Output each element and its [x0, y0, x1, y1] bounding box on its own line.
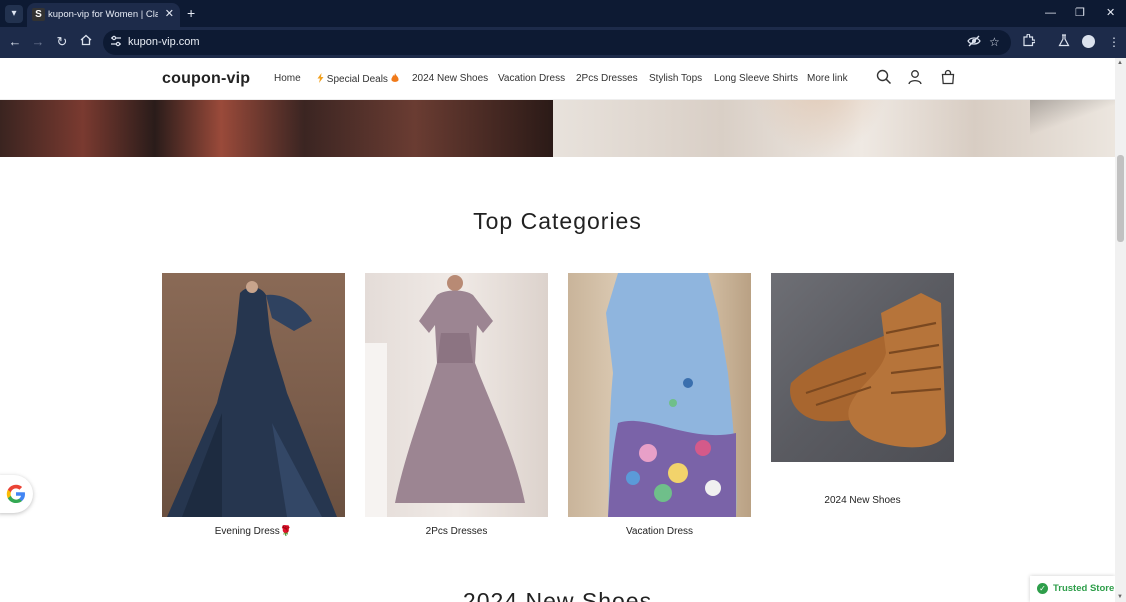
- bag-icon: [941, 69, 955, 85]
- tab-strip: ▾ S kupon-vip for Women | Classic ✕ + — …: [0, 0, 1126, 27]
- page-scrollbar[interactable]: ▲ ▼: [1115, 58, 1126, 602]
- star-icon: ☆: [989, 35, 1000, 49]
- search-icon: [876, 69, 892, 85]
- section-title-top-categories: Top Categories: [473, 208, 642, 234]
- labs-button[interactable]: [1058, 34, 1070, 51]
- window-close-button[interactable]: ✕: [1106, 6, 1115, 20]
- check-shield-icon: ✓: [1037, 583, 1048, 594]
- scroll-down-arrow-icon[interactable]: ▼: [1117, 594, 1123, 600]
- trusted-store-label: Trusted Store: [1053, 583, 1115, 594]
- category-label[interactable]: 2Pcs Dresses: [365, 526, 548, 537]
- active-tab[interactable]: S kupon-vip for Women | Classic ✕: [27, 3, 180, 27]
- extensions-button[interactable]: [1022, 33, 1036, 51]
- nav-stylish-tops[interactable]: Stylish Tops: [649, 73, 702, 84]
- category-label[interactable]: 2024 New Shoes: [771, 495, 954, 506]
- puzzle-icon: [1023, 33, 1036, 47]
- forward-button[interactable]: →: [30, 34, 46, 50]
- nav-2024-new-shoes[interactable]: 2024 New Shoes: [412, 73, 488, 84]
- reload-button[interactable]: ↻: [54, 34, 70, 50]
- category-image[interactable]: [771, 273, 954, 462]
- nav-special-deals[interactable]: Special Deals: [317, 73, 399, 85]
- eye-off-icon: [967, 35, 981, 47]
- arrow-right-icon: →: [31, 34, 45, 49]
- fire-icon: [391, 73, 399, 82]
- 2pcs-dress-illustration: [365, 275, 525, 517]
- person-icon[interactable]: [1082, 35, 1095, 48]
- site-header: coupon-vip Home Special Deals 2024 New S…: [0, 58, 1115, 100]
- nav-vacation-dress[interactable]: Vacation Dress: [498, 73, 565, 84]
- category-image[interactable]: [568, 273, 751, 517]
- restore-button[interactable]: ❐: [1075, 6, 1085, 20]
- page-viewport: coupon-vip Home Special Deals 2024 New S…: [0, 58, 1115, 602]
- nav-home[interactable]: Home: [274, 73, 301, 84]
- tab-search-button[interactable]: ▾: [5, 5, 23, 23]
- site-logo[interactable]: coupon-vip: [162, 70, 250, 88]
- header-cart-button[interactable]: [940, 69, 956, 85]
- reload-icon: ↻: [56, 34, 68, 49]
- eye-off-button[interactable]: [967, 35, 981, 50]
- minimize-icon: —: [1045, 7, 1056, 19]
- nav-special-deals-label: Special Deals: [326, 74, 388, 85]
- address-bar[interactable]: kupon-vip.com ☆: [103, 30, 1011, 55]
- home-button[interactable]: [78, 34, 94, 50]
- home-icon: [80, 34, 92, 46]
- back-button[interactable]: ←: [7, 34, 23, 50]
- tab-title: kupon-vip for Women | Classic: [48, 9, 158, 20]
- category-image[interactable]: [365, 273, 548, 517]
- nav-more-link[interactable]: More link: [807, 73, 848, 84]
- site-info-button[interactable]: [110, 35, 122, 51]
- browser-menu-button[interactable]: ⋮: [1108, 34, 1120, 50]
- category-label[interactable]: Vacation Dress: [568, 526, 751, 537]
- scroll-up-arrow-icon[interactable]: ▲: [1117, 60, 1123, 66]
- bookmark-button[interactable]: ☆: [989, 35, 1000, 49]
- scroll-thumb[interactable]: [1117, 155, 1124, 242]
- evening-dress-illustration: [167, 281, 337, 517]
- category-label[interactable]: Evening Dress🌹: [162, 526, 345, 537]
- nav-long-sleeve-shirts[interactable]: Long Sleeve Shirts: [714, 73, 798, 84]
- trusted-store-badge[interactable]: ✓ Trusted Store: [1030, 576, 1115, 602]
- tab-favicon: S: [32, 8, 45, 21]
- minimize-button[interactable]: —: [1045, 6, 1056, 20]
- restore-icon: ❐: [1075, 7, 1085, 19]
- vacation-dress-illustration: [606, 273, 737, 517]
- close-icon[interactable]: ✕: [165, 8, 174, 21]
- google-icon: [6, 484, 25, 503]
- tune-icon: [111, 35, 121, 47]
- chevron-down-icon: ▾: [11, 8, 17, 19]
- flask-icon: [1058, 34, 1070, 47]
- lightning-icon: [317, 73, 324, 83]
- category-image[interactable]: [162, 273, 345, 517]
- account-icon: [908, 70, 922, 85]
- nav-2pcs-dresses[interactable]: 2Pcs Dresses: [576, 73, 638, 84]
- arrow-left-icon: ←: [8, 34, 22, 49]
- url-text: kupon-vip.com: [128, 36, 200, 48]
- header-search-button[interactable]: [876, 69, 892, 85]
- browser-toolbar: ← → ↻ kupon-vip.com ☆ ⋮: [0, 27, 1126, 58]
- new-tab-button[interactable]: +: [187, 5, 195, 21]
- ankle-boots-illustration: [790, 293, 946, 448]
- plus-icon: +: [187, 5, 196, 21]
- kebab-icon: ⋮: [1108, 35, 1120, 49]
- google-reviews-badge[interactable]: [0, 475, 33, 513]
- section-title-2024-new-shoes: 2024 New Shoes: [462, 588, 653, 602]
- header-account-button[interactable]: [907, 69, 923, 85]
- close-icon: ✕: [1106, 7, 1116, 19]
